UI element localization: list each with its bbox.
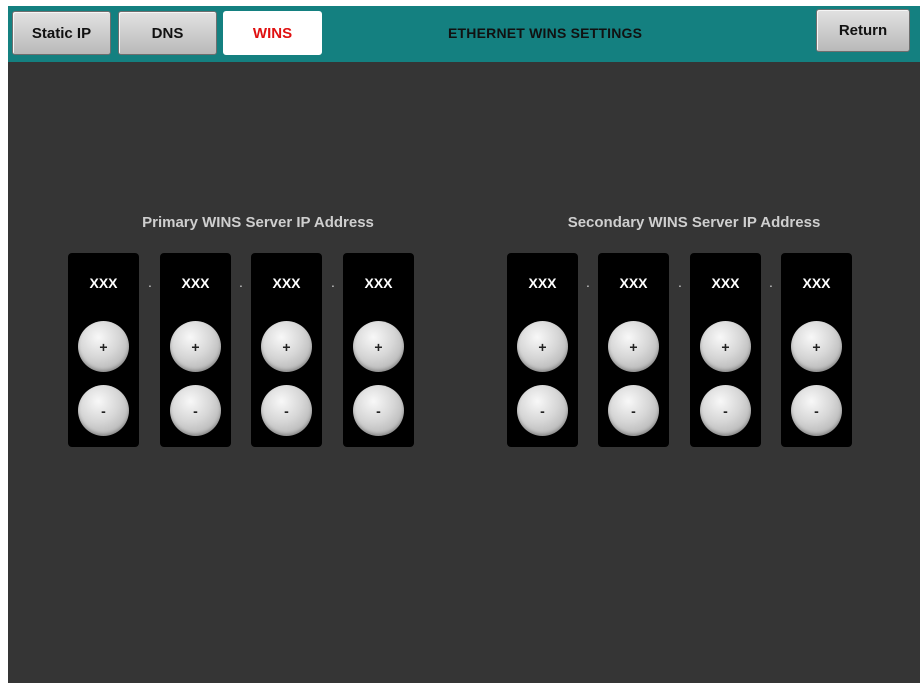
screen: Static IP DNS WINS ETHERNET WINS SETTING… [8, 6, 920, 683]
octet-value: XXX [528, 275, 557, 291]
ip-separator: . [678, 274, 682, 290]
decrement-button[interactable]: - [700, 385, 751, 436]
primary-octet-3: XXX + - [251, 253, 322, 447]
tab-dns[interactable]: DNS [118, 11, 217, 55]
octet-value: XXX [619, 275, 648, 291]
page-title: ETHERNET WINS SETTINGS [448, 25, 643, 41]
plus-icon: + [374, 338, 383, 355]
secondary-octet-4: XXX + - [781, 253, 852, 447]
increment-button[interactable]: + [78, 321, 129, 372]
minus-icon: - [376, 402, 381, 419]
increment-button[interactable]: + [261, 321, 312, 372]
plus-icon: + [721, 338, 730, 355]
primary-wins-label: Primary WINS Server IP Address [142, 214, 374, 231]
plus-icon: + [538, 338, 547, 355]
octet-value: XXX [272, 275, 301, 291]
plus-icon: + [812, 338, 821, 355]
plus-icon: + [191, 338, 200, 355]
octet-value: XXX [89, 275, 118, 291]
primary-octet-4: XXX + - [343, 253, 414, 447]
minus-icon: - [631, 402, 636, 419]
ip-separator: . [148, 274, 152, 290]
decrement-button[interactable]: - [170, 385, 221, 436]
primary-octet-2: XXX + - [160, 253, 231, 447]
decrement-button[interactable]: - [261, 385, 312, 436]
increment-button[interactable]: + [170, 321, 221, 372]
increment-button[interactable]: + [353, 321, 404, 372]
octet-value: XXX [802, 275, 831, 291]
secondary-octet-1: XXX + - [507, 253, 578, 447]
tab-wins[interactable]: WINS [223, 11, 322, 55]
ip-separator: . [586, 274, 590, 290]
minus-icon: - [193, 402, 198, 419]
decrement-button[interactable]: - [608, 385, 659, 436]
tab-static-ip[interactable]: Static IP [12, 11, 111, 55]
increment-button[interactable]: + [608, 321, 659, 372]
increment-button[interactable]: + [700, 321, 751, 372]
octet-value: XXX [364, 275, 393, 291]
secondary-octet-3: XXX + - [690, 253, 761, 447]
ip-separator: . [239, 274, 243, 290]
octet-value: XXX [711, 275, 740, 291]
octet-value: XXX [181, 275, 210, 291]
header-bar: Static IP DNS WINS ETHERNET WINS SETTING… [8, 6, 920, 62]
minus-icon: - [814, 402, 819, 419]
return-button[interactable]: Return [816, 9, 910, 52]
minus-icon: - [540, 402, 545, 419]
minus-icon: - [101, 402, 106, 419]
plus-icon: + [99, 338, 108, 355]
primary-octet-1: XXX + - [68, 253, 139, 447]
decrement-button[interactable]: - [791, 385, 842, 436]
plus-icon: + [282, 338, 291, 355]
increment-button[interactable]: + [517, 321, 568, 372]
decrement-button[interactable]: - [517, 385, 568, 436]
ip-separator: . [769, 274, 773, 290]
minus-icon: - [284, 402, 289, 419]
decrement-button[interactable]: - [353, 385, 404, 436]
decrement-button[interactable]: - [78, 385, 129, 436]
minus-icon: - [723, 402, 728, 419]
secondary-octet-2: XXX + - [598, 253, 669, 447]
plus-icon: + [629, 338, 638, 355]
secondary-wins-label: Secondary WINS Server IP Address [567, 214, 821, 231]
increment-button[interactable]: + [791, 321, 842, 372]
ip-separator: . [331, 274, 335, 290]
